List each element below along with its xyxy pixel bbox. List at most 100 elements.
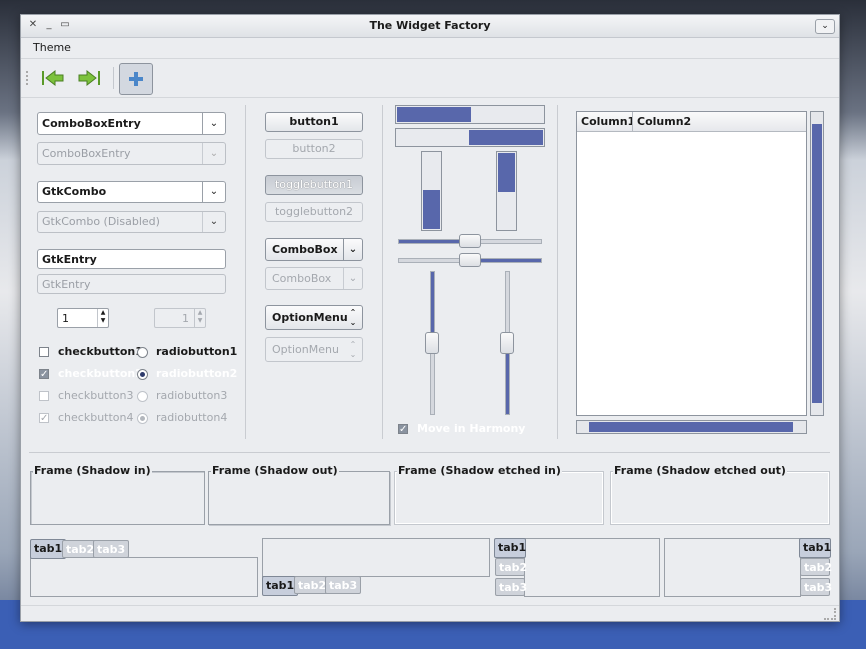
vertical-scrollbar[interactable] xyxy=(810,111,824,416)
move-in-harmony-checkbox[interactable]: ✓ xyxy=(398,424,408,435)
menu-bar: Theme xyxy=(21,38,839,59)
checkbutton4-box: ✓ xyxy=(39,413,49,424)
back-button[interactable] xyxy=(39,65,67,91)
column-separator xyxy=(557,105,558,439)
chevron-down-icon: ⌄ xyxy=(202,143,225,164)
status-bar xyxy=(21,605,839,622)
chevron-down-icon[interactable]: ⌄ xyxy=(202,182,225,202)
button2: button2 xyxy=(265,139,363,159)
gtk-combo-disabled: GtkCombo (Disabled) ⌄ xyxy=(37,211,226,233)
frame-shadow-in: Frame (Shadow in) xyxy=(30,464,205,525)
add-button[interactable] xyxy=(119,63,153,95)
frame-shadow-etched-in: Frame (Shadow etched in) xyxy=(394,464,604,525)
toolbar-grip[interactable] xyxy=(26,71,32,85)
progress-fill xyxy=(397,107,471,122)
chevron-down-icon[interactable]: ⌄ xyxy=(202,113,225,134)
button1[interactable]: button1 xyxy=(265,112,363,132)
checkbutton2-box[interactable]: ✓ xyxy=(39,369,49,380)
section-separator xyxy=(29,452,830,453)
notebook-top-page xyxy=(30,557,258,597)
title-bar[interactable]: ✕ _ ▭ The Widget Factory ⌄ xyxy=(21,15,839,38)
notebook-left-tab2[interactable]: tab2 xyxy=(495,558,527,576)
column1-header[interactable]: Column1 xyxy=(577,112,635,132)
move-in-harmony-label[interactable]: Move in Harmony xyxy=(417,422,525,435)
progress-fill xyxy=(423,190,440,229)
radiobutton3-label: radiobutton3 xyxy=(156,389,228,402)
chevron-down-icon: ⌄ xyxy=(202,212,225,232)
radiobutton4-circle xyxy=(137,413,148,424)
plus-icon xyxy=(129,72,143,86)
notebook-bottom-tab1[interactable]: tab1 xyxy=(262,576,299,596)
notebook-top-tab1[interactable]: tab1 xyxy=(30,539,67,559)
combobox-entry[interactable]: ComboBoxEntry ⌄ xyxy=(37,112,226,135)
window-title: The Widget Factory xyxy=(369,19,491,32)
radiobutton1-circle[interactable] xyxy=(137,347,148,358)
radiobutton4-label: radiobutton4 xyxy=(156,411,228,424)
checkbutton4-label: checkbutton4 xyxy=(58,411,134,424)
notebook-bottom-page xyxy=(262,538,490,577)
resize-grip[interactable] xyxy=(824,608,836,620)
spin-button[interactable]: 1 ▲ ▼ xyxy=(57,308,109,328)
spin-button-disabled: 1 ▲ ▼ xyxy=(154,308,206,328)
window-menu-chevron-icon[interactable]: ⌄ xyxy=(815,19,835,34)
spin-arrows-icon[interactable]: ▲ ▼ xyxy=(97,309,108,327)
togglebutton1[interactable]: togglebutton1 xyxy=(265,175,363,195)
radiobutton1-label[interactable]: radiobutton1 xyxy=(156,345,237,358)
updown-icon: ⌃ ⌄ xyxy=(349,308,357,327)
vscale1-thumb[interactable] xyxy=(425,332,439,354)
column-separator xyxy=(245,105,246,439)
hscale2-thumb[interactable] xyxy=(459,253,481,267)
spin-arrows-icon: ▲ ▼ xyxy=(194,309,205,327)
combobox-button-disabled: ComboBox ⌄ xyxy=(265,267,363,290)
gtk-combo[interactable]: GtkCombo ⌄ xyxy=(37,181,226,203)
notebook-right-tab3[interactable]: tab3 xyxy=(800,578,832,596)
radiobutton3-circle xyxy=(137,391,148,402)
togglebutton2: togglebutton2 xyxy=(265,202,363,222)
notebook-right-page xyxy=(664,538,801,597)
gtk-entry-disabled: GtkEntry xyxy=(37,274,226,294)
column2-header[interactable]: Column2 xyxy=(632,112,806,132)
checkbutton3-box xyxy=(39,391,49,401)
checkbutton3-label: checkbutton3 xyxy=(58,389,134,402)
app-window: ✕ _ ▭ The Widget Factory ⌄ Theme ComboBo… xyxy=(20,14,840,622)
vscale2-thumb[interactable] xyxy=(500,332,514,354)
chevron-down-icon: ⌄ xyxy=(343,268,362,289)
notebook-bottom-tab3[interactable]: tab3 xyxy=(325,576,362,594)
notebook-top-tab3[interactable]: tab3 xyxy=(93,540,130,558)
checkbutton2-label[interactable]: checkbutton2 xyxy=(58,367,143,380)
notebook-left-tab3[interactable]: tab3 xyxy=(495,578,527,596)
checkbutton1-label[interactable]: checkbutton1 xyxy=(58,345,143,358)
menu-theme[interactable]: Theme xyxy=(33,41,71,54)
horizontal-scrollbar[interactable] xyxy=(576,420,807,434)
arrow-left-icon xyxy=(42,69,64,87)
tree-view[interactable]: Column1 Column2 xyxy=(576,111,807,416)
horizontal-scrollbar-thumb[interactable] xyxy=(589,422,793,432)
frame-shadow-out: Frame (Shadow out) xyxy=(208,464,390,525)
radiobutton2-circle[interactable] xyxy=(137,369,148,380)
checkbutton1-box[interactable] xyxy=(39,347,49,357)
notebook-left-tab1[interactable]: tab1 xyxy=(494,538,526,558)
notebook-right-tab2[interactable]: tab2 xyxy=(800,558,832,576)
progress-fill xyxy=(498,153,515,192)
forward-button[interactable] xyxy=(75,65,103,91)
optionmenu[interactable]: OptionMenu ⌃ ⌄ xyxy=(265,305,363,330)
column-separator xyxy=(382,105,383,439)
progress-bar-h2 xyxy=(395,128,545,147)
progress-bar-h1 xyxy=(395,105,545,124)
notebook-right-tab1[interactable]: tab1 xyxy=(799,538,831,558)
arrow-right-icon xyxy=(78,69,100,87)
combobox-entry-disabled: ComboBoxEntry ⌄ xyxy=(37,142,226,165)
optionmenu-disabled: OptionMenu ⌃ ⌄ xyxy=(265,337,363,362)
radiobutton2-label[interactable]: radiobutton2 xyxy=(156,367,237,380)
gtk-entry[interactable]: GtkEntry xyxy=(37,249,226,269)
updown-icon: ⌃ ⌄ xyxy=(349,340,357,359)
progress-fill xyxy=(469,130,543,145)
frame-shadow-etched-out: Frame (Shadow etched out) xyxy=(610,464,830,525)
notebook-left-page xyxy=(524,538,660,597)
toolbar xyxy=(21,59,839,98)
chevron-down-icon[interactable]: ⌄ xyxy=(343,239,362,260)
combobox-button[interactable]: ComboBox ⌄ xyxy=(265,238,363,261)
vertical-scrollbar-thumb[interactable] xyxy=(812,124,822,403)
progress-bar-v2 xyxy=(496,151,517,231)
hscale1-thumb[interactable] xyxy=(459,234,481,248)
